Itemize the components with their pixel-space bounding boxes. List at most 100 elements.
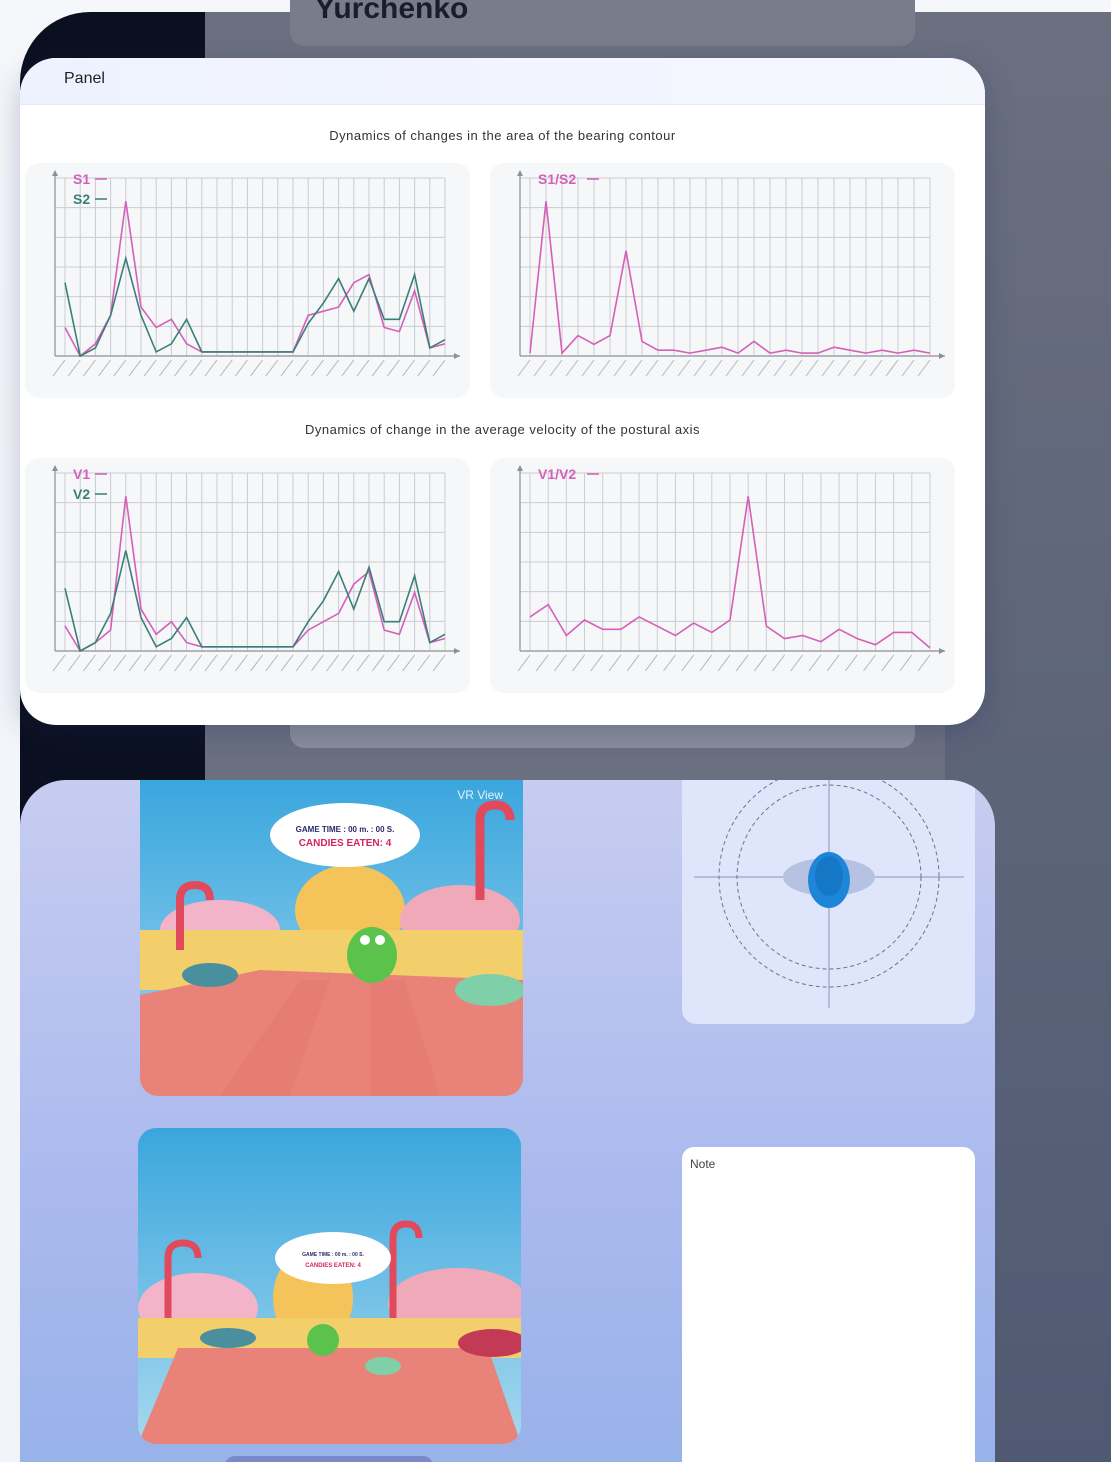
- y-axis-arrow: [517, 170, 523, 176]
- y-axis-arrow: [517, 465, 523, 471]
- x-tick: [83, 654, 96, 672]
- x-tick: [158, 654, 172, 672]
- x-tick: [174, 359, 188, 377]
- x-tick: [52, 359, 66, 377]
- x-tick: [67, 359, 81, 377]
- x-tick: [773, 359, 787, 377]
- x-tick: [661, 359, 675, 377]
- x-axis-arrow: [939, 353, 945, 359]
- section-title-velocity: Dynamics of change in the average veloci…: [305, 422, 700, 437]
- x-tick: [83, 359, 96, 377]
- x-tick: [853, 359, 867, 377]
- series-line-s1: [64, 201, 446, 358]
- x-tick: [693, 359, 707, 377]
- x-tick: [250, 654, 264, 672]
- series-line-v2: [64, 550, 446, 653]
- x-tick: [280, 359, 294, 377]
- x-tick: [837, 359, 851, 377]
- x-axis-arrow: [454, 648, 460, 654]
- x-tick: [265, 654, 279, 672]
- x-tick: [432, 359, 446, 377]
- x-tick: [326, 359, 340, 377]
- x-tick: [805, 359, 819, 377]
- x-tick: [590, 654, 604, 672]
- x-tick: [644, 654, 658, 672]
- x-tick: [371, 359, 385, 377]
- x-tick: [98, 654, 111, 672]
- x-tick: [326, 654, 340, 672]
- x-tick: [725, 359, 739, 377]
- x-tick: [158, 359, 172, 377]
- x-tick: [821, 359, 835, 377]
- legend-label-v2: V2: [73, 486, 90, 502]
- x-tick: [863, 654, 876, 672]
- x-tick: [113, 654, 127, 672]
- vr-hud-candies: CANDIES EATEN: 4: [299, 838, 392, 849]
- x-tick: [772, 654, 785, 672]
- series-line-s1-s2: [529, 201, 931, 355]
- x-tick: [517, 654, 531, 672]
- legend-label-s2: S2: [73, 191, 90, 207]
- x-tick: [917, 359, 931, 377]
- x-tick: [250, 359, 264, 377]
- x-tick: [98, 359, 111, 377]
- legend-label-v1-v2: V1/V2: [538, 466, 576, 482]
- x-tick: [204, 359, 218, 377]
- legend-label-v1: V1: [73, 466, 90, 482]
- x-tick: [189, 654, 203, 672]
- x-tick: [565, 359, 579, 377]
- x-axis-arrow: [454, 353, 460, 359]
- x-tick: [174, 654, 188, 672]
- x-tick: [901, 359, 915, 377]
- x-tick: [663, 654, 676, 672]
- x-tick: [219, 654, 233, 672]
- x-tick: [432, 654, 446, 672]
- y-axis-arrow: [52, 465, 58, 471]
- vr-view-secondary[interactable]: GAME TIME : 00 m. : 00 S. CANDIES EATEN:…: [138, 1128, 521, 1444]
- chart-card-v1-v2: V1 V2: [25, 458, 470, 693]
- x-tick: [113, 359, 127, 377]
- note-field[interactable]: Note: [682, 1147, 975, 1462]
- x-tick: [553, 654, 567, 672]
- chart-v1v2-ratio: V1/V2: [517, 465, 945, 672]
- panel-title: Panel: [64, 70, 105, 87]
- action-button[interactable]: [225, 1456, 433, 1462]
- x-tick: [310, 654, 324, 672]
- series-line-v1: [64, 496, 446, 653]
- x-tick: [753, 654, 767, 672]
- x-tick: [549, 359, 563, 377]
- x-tick: [295, 359, 309, 377]
- x-tick: [808, 654, 822, 672]
- x-tick: [789, 359, 803, 377]
- x-tick: [881, 654, 895, 672]
- x-tick: [295, 654, 309, 672]
- x-tick: [608, 654, 622, 672]
- x-tick: [709, 359, 723, 377]
- vr-hud-time: GAME TIME : 00 m. : 00 S.: [296, 825, 395, 834]
- vr2-hud-candies: CANDIES EATEN: 4: [305, 1263, 361, 1269]
- x-tick: [417, 654, 431, 672]
- x-tick: [143, 654, 157, 672]
- chart-card-v1v2-ratio: V1/V2: [490, 458, 955, 693]
- section-title-bearing-contour: Dynamics of changes in the area of the b…: [329, 128, 676, 143]
- vr-view-primary[interactable]: GAME TIME : 00 m. : 00 S. CANDIES EATEN:…: [140, 780, 523, 1096]
- session-panel: GAME TIME : 00 m. : 00 S. CANDIES EATEN:…: [20, 780, 995, 1462]
- x-tick: [629, 359, 643, 377]
- x-tick: [717, 654, 731, 672]
- x-tick: [572, 654, 585, 672]
- x-tick: [341, 654, 355, 672]
- chart-s1s2-ratio: S1/S2: [517, 170, 945, 377]
- x-tick: [234, 654, 248, 672]
- x-axis-arrow: [939, 648, 945, 654]
- x-tick: [790, 654, 804, 672]
- stabilogram-plot: [694, 780, 964, 1008]
- x-tick: [280, 654, 294, 672]
- x-tick: [128, 359, 142, 377]
- x-tick: [741, 359, 755, 377]
- x-tick: [402, 654, 416, 672]
- balance-stabilogram: [682, 780, 975, 1024]
- x-tick: [341, 359, 355, 377]
- x-tick: [402, 359, 416, 377]
- x-tick: [52, 654, 66, 672]
- x-tick: [417, 359, 431, 377]
